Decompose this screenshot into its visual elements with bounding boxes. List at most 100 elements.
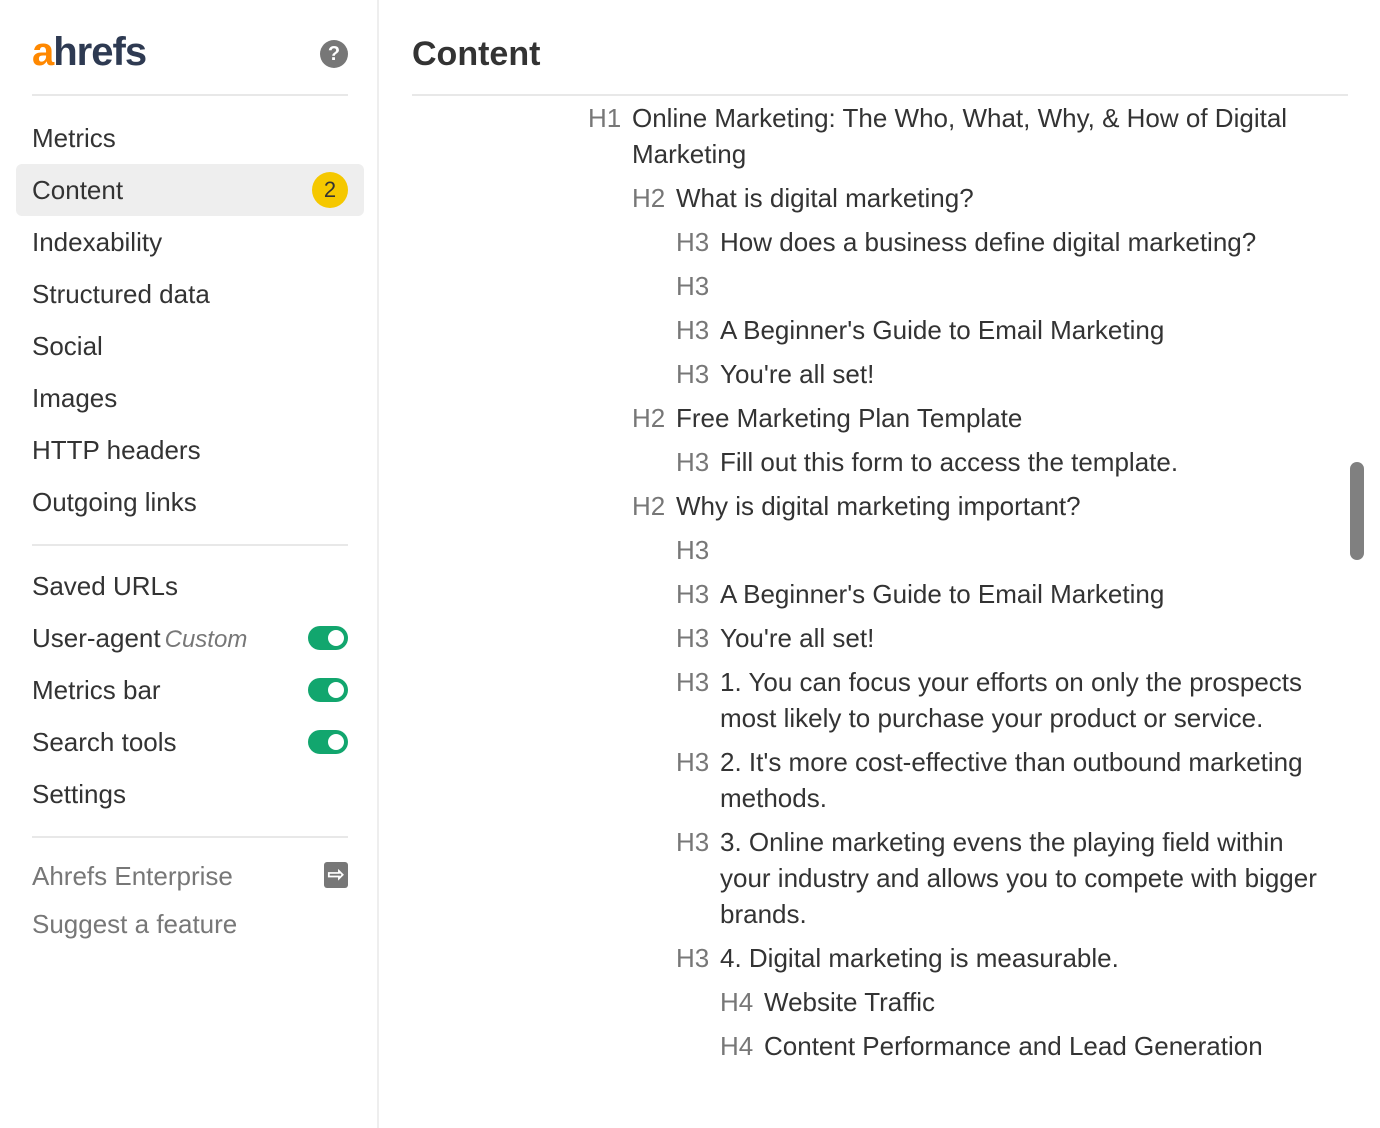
sidebar-item-settings[interactable]: Settings	[16, 768, 364, 820]
heading-level-tag: H3	[676, 271, 710, 301]
sidebar-item-label: Search tools	[32, 727, 177, 757]
sidebar-item-search-tools[interactable]: Search tools	[16, 716, 364, 768]
heading-row[interactable]: H2 Why is digital marketing important?	[588, 488, 1338, 524]
sidebar-item-metrics-bar[interactable]: Metrics bar	[16, 664, 364, 716]
heading-row[interactable]: H3	[588, 532, 1338, 568]
heading-row[interactable]: H3 You're all set!	[588, 620, 1338, 656]
heading-text: 3. Online marketing evens the playing fi…	[720, 827, 1317, 929]
sidebar-divider	[32, 544, 348, 546]
sidebar-item-label: Outgoing links	[32, 487, 197, 517]
ahrefs-logo[interactable]: ahrefs	[32, 30, 147, 74]
heading-level-tag: H2	[632, 183, 666, 213]
search-tools-toggle[interactable]	[308, 730, 348, 754]
sidebar-item-http-headers[interactable]: HTTP headers	[16, 424, 364, 476]
logo-row: ahrefs ?	[32, 30, 348, 74]
sidebar-item-metrics[interactable]: Metrics	[16, 112, 364, 164]
heading-text: A Beginner's Guide to Email Marketing	[720, 579, 1165, 609]
heading-level-tag: H2	[632, 491, 666, 521]
sidebar-item-user-agent[interactable]: User-agent Custom	[16, 612, 364, 664]
heading-level-tag: H3	[676, 227, 710, 257]
sidebar-item-content[interactable]: Content 2	[16, 164, 364, 216]
heading-text: You're all set!	[720, 623, 875, 653]
sidebar-item-label: HTTP headers	[32, 435, 201, 465]
heading-row[interactable]: H3 3. Online marketing evens the playing …	[588, 824, 1338, 932]
heading-row[interactable]: H3 1. You can focus your efforts on only …	[588, 664, 1338, 736]
heading-row[interactable]: H3 Fill out this form to access the templ…	[588, 444, 1338, 480]
heading-level-tag: H3	[676, 579, 710, 609]
sidebar-item-label: Metrics	[32, 123, 116, 153]
heading-text	[720, 532, 1338, 568]
heading-text: What is digital marketing?	[676, 183, 974, 213]
ahrefs-enterprise-link[interactable]: Ahrefs Enterprise ⇨	[16, 852, 364, 900]
user-agent-value: Custom	[164, 626, 248, 653]
sidebar-item-structured-data[interactable]: Structured data	[16, 268, 364, 320]
heading-text: Website Traffic	[764, 987, 935, 1017]
sidebar-tools: Saved URLs User-agent Custom Metrics bar …	[16, 560, 364, 820]
sidebar-item-label: Metrics bar	[32, 675, 161, 705]
heading-text: Content Performance and Lead Generation	[764, 1031, 1263, 1061]
external-link-icon: ⇨	[324, 862, 348, 888]
heading-level-tag: H4	[720, 1031, 754, 1061]
title-divider	[412, 94, 1348, 96]
heading-row[interactable]: H3 A Beginner's Guide to Email Marketing	[588, 312, 1338, 348]
page-title: Content	[412, 35, 541, 73]
footer-item-label: Suggest a feature	[32, 909, 238, 939]
sidebar-item-label: Indexability	[32, 227, 163, 257]
sidebar: ahrefs ? Metrics Content 2 Indexability S…	[0, 0, 379, 1128]
heading-level-tag: H3	[676, 447, 710, 477]
heading-text: 4. Digital marketing is measurable.	[720, 943, 1119, 973]
sidebar-item-label: Social	[32, 331, 103, 361]
heading-text: You're all set!	[720, 359, 875, 389]
sidebar-nav: Metrics Content 2 Indexability Structured…	[16, 112, 364, 528]
sidebar-item-images[interactable]: Images	[16, 372, 364, 424]
help-icon[interactable]: ?	[320, 40, 348, 68]
sidebar-item-indexability[interactable]: Indexability	[16, 216, 364, 268]
user-agent-toggle[interactable]	[308, 626, 348, 650]
footer-item-label: Ahrefs Enterprise	[32, 861, 233, 891]
heading-row[interactable]: H1 Online Marketing: The Who, What, Why, …	[588, 100, 1338, 172]
heading-level-tag: H3	[676, 535, 710, 565]
heading-text: How does a business define digital marke…	[720, 227, 1257, 257]
heading-level-tag: H3	[676, 827, 710, 857]
heading-row[interactable]: H3 You're all set!	[588, 356, 1338, 392]
sidebar-item-label: Saved URLs	[32, 571, 178, 601]
heading-row[interactable]: H4 Content Performance and Lead Generatio…	[588, 1028, 1338, 1064]
heading-text: A Beginner's Guide to Email Marketing	[720, 315, 1165, 345]
sidebar-item-label: Images	[32, 383, 118, 413]
suggest-feature-link[interactable]: Suggest a feature	[16, 900, 364, 948]
sidebar-divider	[32, 836, 348, 838]
sidebar-item-saved-urls[interactable]: Saved URLs	[16, 560, 364, 612]
heading-text: 2. It's more cost-effective than outboun…	[720, 747, 1303, 813]
metrics-bar-toggle[interactable]	[308, 678, 348, 702]
main-panel: Content H1 Online Marketing: The Who, Wha…	[412, 0, 1348, 1128]
heading-row[interactable]: H2 What is digital marketing?	[588, 180, 1338, 216]
heading-row[interactable]: H3 How does a business define digital mar…	[588, 224, 1338, 260]
sidebar-item-outgoing-links[interactable]: Outgoing links	[16, 476, 364, 528]
heading-row[interactable]: H2 Free Marketing Plan Template	[588, 400, 1338, 436]
heading-row[interactable]: H3 2. It's more cost-effective than outbo…	[588, 744, 1338, 816]
heading-text	[720, 268, 1338, 304]
sidebar-item-label: Settings	[32, 779, 126, 809]
heading-level-tag: H3	[676, 359, 710, 389]
sidebar-item-label: Content	[32, 175, 124, 205]
heading-row[interactable]: H3	[588, 268, 1338, 304]
heading-text: Online Marketing: The Who, What, Why, & …	[632, 103, 1288, 169]
scrollbar-thumb[interactable]	[1350, 462, 1364, 560]
heading-level-tag: H3	[676, 943, 710, 973]
heading-outline: H1 Online Marketing: The Who, What, Why, …	[588, 100, 1338, 1072]
heading-row[interactable]: H4 Website Traffic	[588, 984, 1338, 1020]
heading-level-tag: H3	[676, 315, 710, 345]
sidebar-footer: Ahrefs Enterprise ⇨ Suggest a feature	[16, 852, 364, 948]
heading-row[interactable]: H3 A Beginner's Guide to Email Marketing	[588, 576, 1338, 612]
count-badge: 2	[312, 172, 348, 208]
heading-level-tag: H1	[588, 103, 622, 133]
heading-text: 1. You can focus your efforts on only th…	[720, 667, 1303, 733]
sidebar-divider	[32, 94, 348, 96]
heading-text: Why is digital marketing important?	[676, 491, 1081, 521]
sidebar-item-label: User-agent	[32, 623, 161, 653]
heading-level-tag: H2	[632, 403, 666, 433]
logo-text: hrefs	[53, 30, 147, 74]
sidebar-item-social[interactable]: Social	[16, 320, 364, 372]
logo-accent: a	[32, 30, 54, 74]
heading-row[interactable]: H3 4. Digital marketing is measurable.	[588, 940, 1338, 976]
